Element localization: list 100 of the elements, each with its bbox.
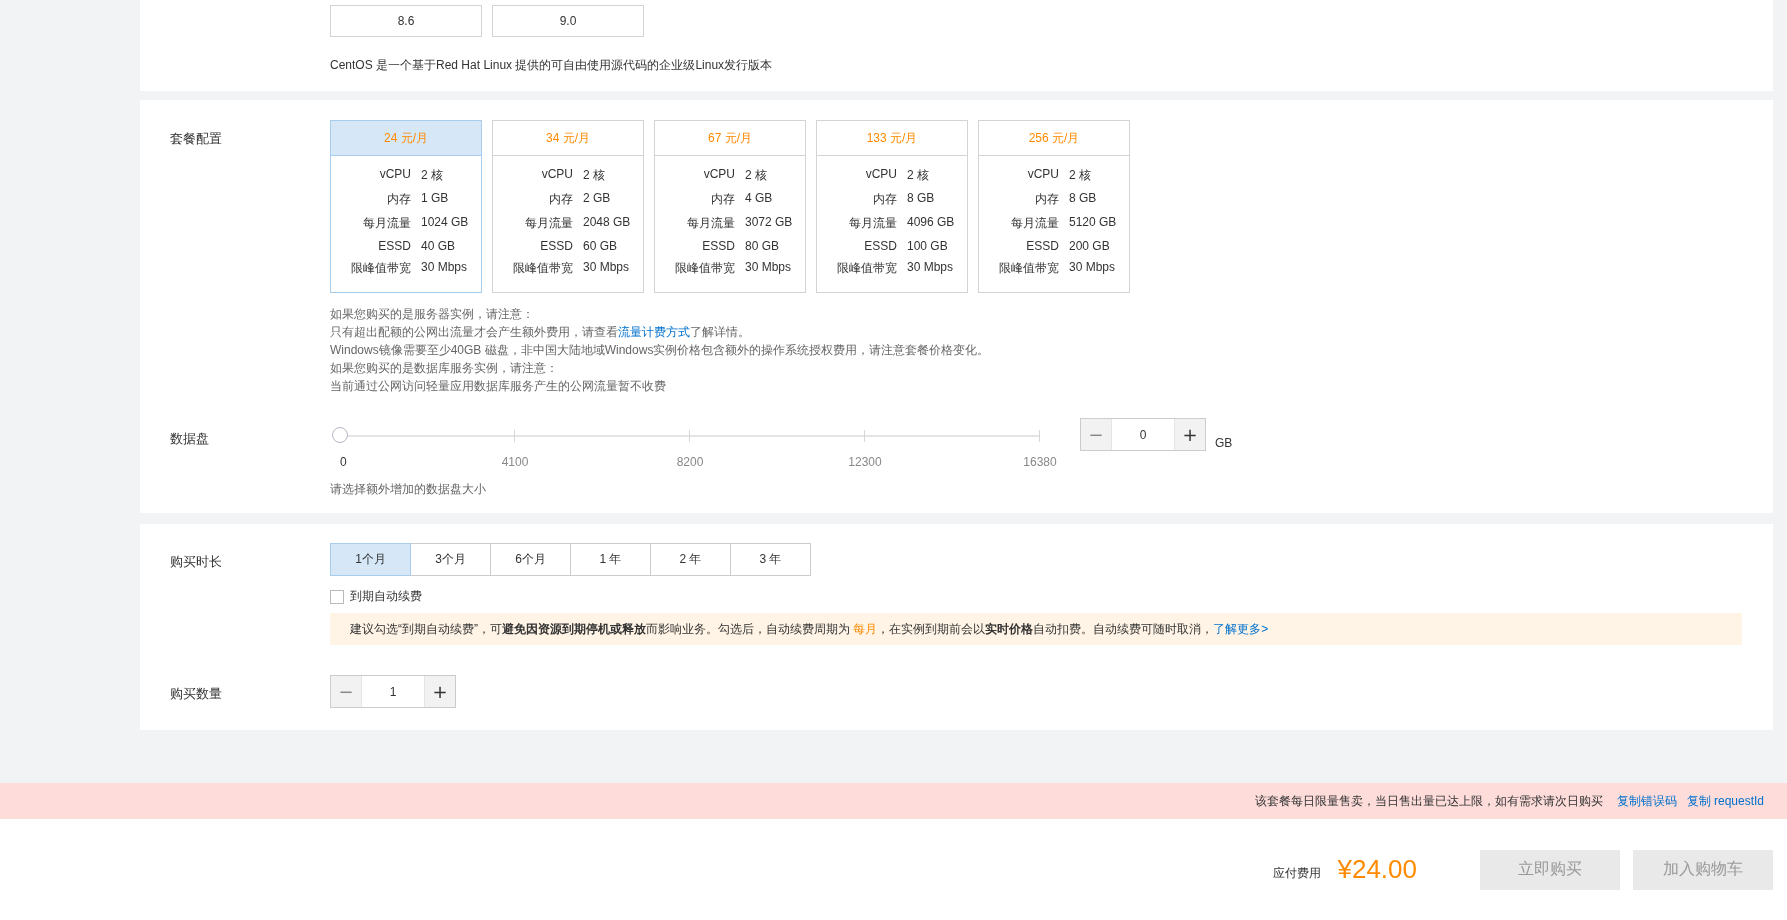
learn-more-link[interactable]: 了解更多>	[1213, 622, 1269, 636]
tick-label: 8200	[676, 455, 704, 469]
plan-card[interactable]: 133 元/月 vCPU 2 核 内存 8 GB 每月流量 4096 GB ESSD 100 GB 限峰值带宽 30 Mbps	[816, 120, 968, 293]
spec-value: 4 GB	[745, 191, 774, 207]
note-text: 如果您购买的是数据库服务实例，请注意：	[330, 360, 559, 377]
note-text: 当前通过公网访问轻量应用数据库服务产生的公网流量暂不收费	[330, 378, 667, 395]
slider[interactable]: 0 4100 8200 12300 16380	[330, 426, 1060, 471]
spec-label: ESSD	[539, 239, 573, 253]
spec-label: 内存	[710, 191, 735, 208]
plus-button[interactable]: +	[425, 676, 455, 707]
spec-label: 内存	[386, 191, 411, 208]
plan-price: 256 元/月	[979, 121, 1129, 156]
duration-tab[interactable]: 2 年	[650, 543, 731, 576]
spec-label: ESSD	[701, 239, 735, 253]
spec-label: 每月流量	[524, 215, 573, 232]
spec-value: 2 核	[745, 167, 768, 184]
checkbox[interactable]	[330, 589, 344, 604]
spec-label: ESSD	[377, 239, 411, 253]
plan-price: 34 元/月	[493, 121, 643, 156]
spec-label: 每月流量	[848, 215, 897, 232]
spec-value: 1 GB	[421, 191, 450, 207]
note-text: 只有超出配额的公网出流量才会产生额外费用，请查看流量计费方式了解详情。	[330, 324, 751, 341]
spec-label: 限峰值带宽	[836, 260, 897, 277]
plan-card[interactable]: 24 元/月 vCPU 2 核 内存 1 GB 每月流量 1024 GB ESSD 40 GB 限峰值带宽 30 Mbps	[330, 120, 482, 293]
spec-label: 每月流量	[1010, 215, 1059, 232]
notice-text: 建议勾选“到期自动续费”，可避免因资源到期停机或释放而影响业务。勾选后，自动续费周期为 每月，在实例到期前会以实时价格自动扣费。自动续费可随时取消，了解更多>	[330, 613, 1742, 645]
field-label: 数据盘	[169, 430, 210, 448]
spec-label: vCPU	[540, 167, 573, 183]
hint-text: 请选择额外增加的数据盘大小	[330, 481, 487, 498]
spec-value: 3072 GB	[745, 215, 794, 231]
field-label: 购买数量	[169, 685, 223, 703]
plan-price: 67 元/月	[655, 121, 805, 156]
spec-value: 30 Mbps	[1069, 260, 1117, 276]
tick-label: 0	[340, 455, 347, 469]
duration-tab[interactable]: 1 年	[570, 543, 651, 576]
spec-value: 30 Mbps	[583, 260, 631, 276]
spec-value: 80 GB	[745, 239, 781, 253]
duration-tab[interactable]: 1个月	[330, 543, 411, 576]
number-stepper[interactable]: − 0 +	[1080, 418, 1206, 451]
field-label: 套餐配置	[169, 130, 223, 148]
note-text: 如果您购买的是服务器实例，请注意：	[330, 306, 535, 323]
duration-tab[interactable]: 3个月	[410, 543, 491, 576]
spec-label: 每月流量	[362, 215, 411, 232]
copy-link[interactable]: 复制错误码	[1616, 792, 1677, 810]
note-text: Windows镜像需要至少40GB 磁盘，非中国大陆地域Windows实例价格包含额外的操作系统授权费用，请注意套餐价格变化。	[330, 342, 991, 359]
spec-label: vCPU	[378, 167, 411, 183]
duration-tab[interactable]: 3 年	[730, 543, 811, 576]
spec-label: 内存	[548, 191, 573, 208]
plan-card[interactable]: 256 元/月 vCPU 2 核 内存 8 GB 每月流量 5120 GB ESSD 200 GB 限峰值带宽 30 Mbps	[978, 120, 1130, 293]
os-description: CentOS 是一个基于Red Hat Linux 提供的可自由使用源代码的企业级Linux发行版本	[330, 57, 774, 74]
spec-value: 1024 GB	[421, 215, 470, 231]
field-label: 购买时长	[169, 553, 223, 571]
number-stepper[interactable]: − 1 +	[330, 675, 456, 708]
unit-label: GB	[1215, 436, 1233, 450]
spec-label: 限峰值带宽	[998, 260, 1059, 277]
spec-value: 2 GB	[583, 191, 612, 207]
spec-label: 限峰值带宽	[674, 260, 735, 277]
spec-value: 30 Mbps	[421, 260, 469, 276]
spec-label: ESSD	[1025, 239, 1059, 253]
spec-value: 30 Mbps	[907, 260, 955, 276]
tick-label: 16380	[1023, 455, 1057, 469]
spec-label: 内存	[1034, 191, 1059, 208]
spec-value: 2 核	[1069, 167, 1092, 184]
spec-label: 每月流量	[686, 215, 735, 232]
spec-value: 4096 GB	[907, 215, 956, 231]
spec-value: 40 GB	[421, 239, 457, 253]
billing-link[interactable]: 流量计费方式	[618, 325, 690, 339]
spec-label: vCPU	[702, 167, 735, 183]
spec-label: 限峰值带宽	[512, 260, 573, 277]
plus-button[interactable]: +	[1175, 419, 1205, 450]
tick-label: 4100	[501, 455, 529, 469]
spec-value: 8 GB	[1069, 191, 1098, 207]
spec-label: 内存	[872, 191, 897, 208]
slider-thumb[interactable]	[332, 427, 348, 443]
spec-value: 2048 GB	[583, 215, 632, 231]
spec-label: vCPU	[864, 167, 897, 183]
spec-value: 200 GB	[1069, 239, 1111, 253]
copy-link[interactable]: 复制 requestId	[1686, 792, 1764, 810]
version-option[interactable]: 8.6	[330, 5, 482, 37]
spec-value: 2 核	[583, 167, 606, 184]
spec-value: 60 GB	[583, 239, 619, 253]
spec-value: 5120 GB	[1069, 215, 1118, 231]
duration-tab[interactable]: 6个月	[490, 543, 571, 576]
price-label: 应付费用	[1273, 865, 1322, 882]
error-message: 该套餐每日限量售卖，当日售出量已达上限，如有需求请次日购买	[1254, 792, 1603, 810]
spec-value: 2 核	[421, 167, 444, 184]
spec-value: 100 GB	[907, 239, 949, 253]
spec-value: 30 Mbps	[745, 260, 793, 276]
plan-price: 133 元/月	[817, 121, 967, 156]
version-option[interactable]: 9.0	[492, 5, 644, 37]
plan-card[interactable]: 34 元/月 vCPU 2 核 内存 2 GB 每月流量 2048 GB ESSD 60 GB 限峰值带宽 30 Mbps	[492, 120, 644, 293]
tick-label: 12300	[848, 455, 882, 469]
spec-value: 8 GB	[907, 191, 936, 207]
checkbox-label: 到期自动续费	[350, 588, 422, 605]
spec-label: 限峰值带宽	[350, 260, 411, 277]
plan-card[interactable]: 67 元/月 vCPU 2 核 内存 4 GB 每月流量 3072 GB ESSD 80 GB 限峰值带宽 30 Mbps	[654, 120, 806, 293]
spec-value: 2 核	[907, 167, 930, 184]
spec-label: vCPU	[1026, 167, 1059, 183]
spec-label: ESSD	[863, 239, 897, 253]
plan-price: 24 元/月	[331, 121, 481, 156]
